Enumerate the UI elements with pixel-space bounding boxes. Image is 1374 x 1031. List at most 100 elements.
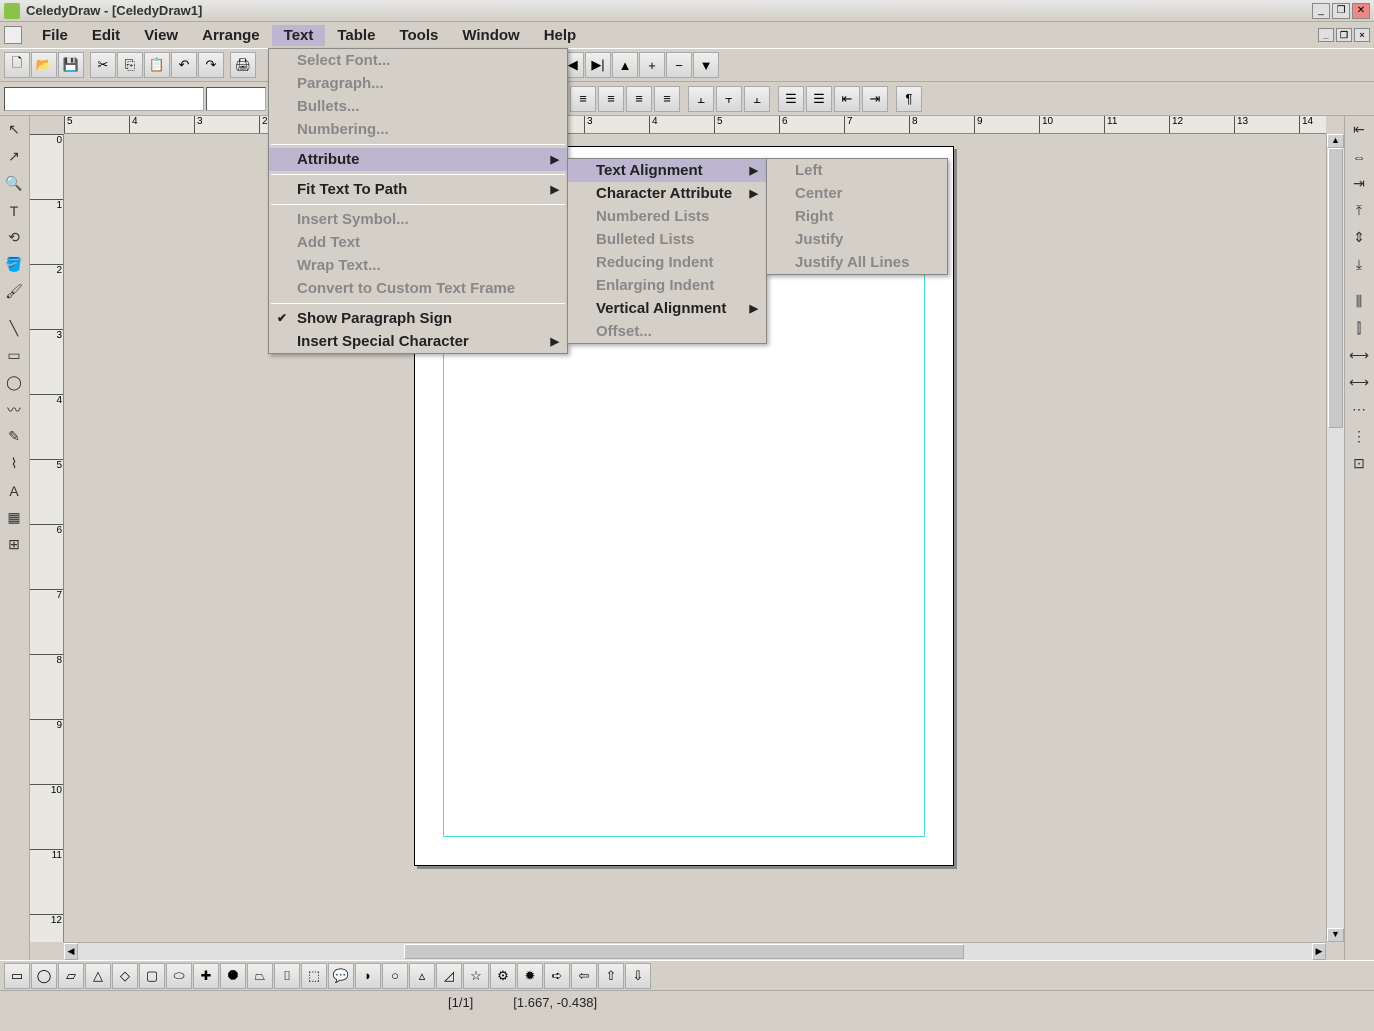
zoom-tool[interactable]: 🔍 bbox=[0, 170, 28, 197]
menu-help[interactable]: Help bbox=[532, 25, 589, 46]
save-button[interactable]: 💾 bbox=[58, 52, 84, 78]
redo-button[interactable]: ↷ bbox=[198, 52, 224, 78]
menu-view[interactable]: View bbox=[132, 25, 190, 46]
document-icon[interactable] bbox=[4, 26, 22, 44]
zoom-in-button[interactable]: + bbox=[639, 52, 665, 78]
menu-numbering[interactable]: Numbering... bbox=[269, 118, 567, 141]
align-right-button[interactable]: ≡ bbox=[626, 86, 652, 112]
menu-select-font[interactable]: Select Font... bbox=[269, 49, 567, 72]
menu-paragraph[interactable]: Paragraph... bbox=[269, 72, 567, 95]
freehand-tool[interactable]: ✎ bbox=[0, 423, 28, 450]
align-left-icon[interactable]: ⇤ bbox=[1345, 116, 1373, 143]
menu-convert[interactable]: Convert to Custom Text Frame bbox=[269, 277, 567, 300]
shape-star-icon[interactable]: ☆ bbox=[463, 963, 489, 989]
shape-gear2-icon[interactable]: ✹ bbox=[517, 963, 543, 989]
menu-insert-symbol[interactable]: Insert Symbol... bbox=[269, 208, 567, 231]
hscroll-thumb[interactable] bbox=[404, 944, 964, 959]
shape-octagon-icon[interactable]: ⯃ bbox=[220, 963, 246, 989]
zoom-up-button[interactable]: ▲ bbox=[612, 52, 638, 78]
menu-vertical-alignment[interactable]: Vertical Alignment▶ bbox=[568, 297, 766, 320]
same-width-icon[interactable]: ⟷ bbox=[1345, 342, 1373, 369]
shape-tri2-icon[interactable]: ▵ bbox=[409, 963, 435, 989]
menu-align-right[interactable]: Right bbox=[767, 205, 947, 228]
valign-middle-button[interactable]: ⫟ bbox=[716, 86, 742, 112]
menu-char-attribute[interactable]: Character Attribute▶ bbox=[568, 182, 766, 205]
scroll-left-arrow-icon[interactable]: ◀ bbox=[64, 943, 78, 960]
open-button[interactable]: 📂 bbox=[31, 52, 57, 78]
menu-numbered-lists[interactable]: Numbered Lists bbox=[568, 205, 766, 228]
menu-tools[interactable]: Tools bbox=[387, 25, 450, 46]
table-tool[interactable]: ▦ bbox=[0, 504, 28, 531]
print-button[interactable]: 🖨 bbox=[230, 52, 256, 78]
shape-plus-icon[interactable]: ✚ bbox=[193, 963, 219, 989]
shape-diamond-icon[interactable]: ◇ bbox=[112, 963, 138, 989]
menu-enlarging-indent[interactable]: Enlarging Indent bbox=[568, 274, 766, 297]
minimize-button[interactable]: _ bbox=[1312, 3, 1330, 19]
menu-align-justify-all[interactable]: Justify All Lines bbox=[767, 251, 947, 274]
menu-align-center[interactable]: Center bbox=[767, 182, 947, 205]
rotate-tool[interactable]: ⟲ bbox=[0, 224, 28, 251]
brush-tool[interactable]: 🖌 bbox=[0, 278, 28, 305]
undo-button[interactable]: ↶ bbox=[171, 52, 197, 78]
menu-file[interactable]: File bbox=[30, 25, 80, 46]
shape-rtri-icon[interactable]: ◿ bbox=[436, 963, 462, 989]
rect-tool[interactable]: ▭ bbox=[0, 342, 28, 369]
align-bottom-icon[interactable]: ⤓ bbox=[1345, 251, 1373, 278]
maximize-button[interactable]: ❐ bbox=[1332, 3, 1350, 19]
align-center-h-icon[interactable]: ⇔ bbox=[1345, 143, 1373, 170]
pilcrow-button[interactable]: ¶ bbox=[896, 86, 922, 112]
line-tool[interactable]: ╲ bbox=[0, 315, 28, 342]
menu-window[interactable]: Window bbox=[450, 25, 531, 46]
arttext-tool[interactable]: A bbox=[0, 477, 28, 504]
menu-attribute[interactable]: Attribute▶ bbox=[269, 148, 567, 171]
shape-arrow-l-icon[interactable]: ⇦ bbox=[571, 963, 597, 989]
vscroll-thumb[interactable] bbox=[1328, 148, 1343, 428]
shape-trap-icon[interactable]: ⏢ bbox=[247, 963, 273, 989]
shape-gear-icon[interactable]: ⚙ bbox=[490, 963, 516, 989]
menu-offset[interactable]: Offset... bbox=[568, 320, 766, 343]
shape-cube-icon[interactable]: ⬚ bbox=[301, 963, 327, 989]
new-button[interactable]: 🗋 bbox=[4, 52, 30, 78]
grid-tool[interactable]: ⊞ bbox=[0, 531, 28, 558]
vertical-scrollbar[interactable]: ▲ ▼ bbox=[1326, 134, 1344, 942]
menu-edit[interactable]: Edit bbox=[80, 25, 132, 46]
copy-button[interactable]: ⎘ bbox=[117, 52, 143, 78]
align-center-button[interactable]: ≡ bbox=[598, 86, 624, 112]
dist-v-icon[interactable]: ⫿ bbox=[1345, 315, 1373, 342]
menu-add-text[interactable]: Add Text bbox=[269, 231, 567, 254]
pointer-tool[interactable]: ↖ bbox=[0, 116, 28, 143]
cut-button[interactable]: ✂ bbox=[90, 52, 116, 78]
align-left-button[interactable]: ≡ bbox=[570, 86, 596, 112]
indent-dec-button[interactable]: ⇤ bbox=[834, 86, 860, 112]
shape-parallelogram-icon[interactable]: ▱ bbox=[58, 963, 84, 989]
menu-align-justify[interactable]: Justify bbox=[767, 228, 947, 251]
shape-cylinder-icon[interactable]: ⌷ bbox=[274, 963, 300, 989]
zoom-out-button[interactable]: − bbox=[666, 52, 692, 78]
menu-fit-text[interactable]: Fit Text To Path▶ bbox=[269, 178, 567, 201]
menu-align-left[interactable]: Left bbox=[767, 159, 947, 182]
curve-tool[interactable]: 〰 bbox=[0, 396, 28, 423]
font-combo[interactable] bbox=[4, 87, 204, 111]
close-button[interactable]: ✕ bbox=[1352, 3, 1370, 19]
size-combo[interactable] bbox=[206, 87, 266, 111]
shape-triangle-icon[interactable]: △ bbox=[85, 963, 111, 989]
center-page-icon[interactable]: ⊡ bbox=[1345, 450, 1373, 477]
shape-arrow-r-icon[interactable]: ➪ bbox=[544, 963, 570, 989]
ellipse-tool[interactable]: ◯ bbox=[0, 369, 28, 396]
horizontal-ruler[interactable]: 5432101234567891011121314 bbox=[64, 116, 1326, 134]
menu-wrap-text[interactable]: Wrap Text... bbox=[269, 254, 567, 277]
shape-d-icon[interactable]: ◗ bbox=[355, 963, 381, 989]
text-tool[interactable]: T bbox=[0, 197, 28, 224]
mdi-minimize-button[interactable]: _ bbox=[1318, 28, 1334, 42]
dist-h-icon[interactable]: ⫼ bbox=[1345, 288, 1373, 315]
scroll-up-arrow-icon[interactable]: ▲ bbox=[1327, 134, 1344, 148]
fill-tool[interactable]: 🪣 bbox=[0, 251, 28, 278]
align-center-v-icon[interactable]: ⇕ bbox=[1345, 224, 1373, 251]
last-page-button[interactable]: ▶| bbox=[585, 52, 611, 78]
shape-callout-icon[interactable]: 💬 bbox=[328, 963, 354, 989]
align-top-icon[interactable]: ⤒ bbox=[1345, 197, 1373, 224]
scroll-right-arrow-icon[interactable]: ▶ bbox=[1312, 943, 1326, 960]
vertical-ruler[interactable]: 0123456789101112 bbox=[30, 134, 64, 942]
list-number-button[interactable]: ☰ bbox=[778, 86, 804, 112]
shape-roundrect-icon[interactable]: ▢ bbox=[139, 963, 165, 989]
